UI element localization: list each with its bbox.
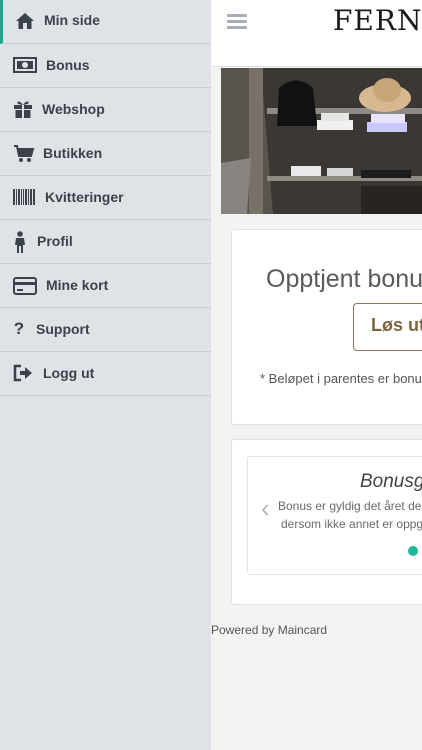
sidebar-item-profil[interactable]: Profil <box>0 220 211 264</box>
hero-image <box>221 68 422 214</box>
question-icon: ? <box>13 319 25 338</box>
top-bar: FERNER <box>211 0 422 67</box>
earned-bonus-label: Opptjent bonus <box>266 265 422 293</box>
carousel-dot-active[interactable] <box>408 546 418 556</box>
sidebar-item-label: Bonus <box>46 57 90 73</box>
footer-text: Powered by Maincard <box>211 623 328 637</box>
sign-out-icon <box>13 364 33 382</box>
info-text-line1: Bonus er gyldig det året den <box>278 499 422 513</box>
sidebar-item-label: Butikken <box>43 145 103 161</box>
sidebar-item-label: Logg ut <box>43 365 95 381</box>
home-icon <box>14 11 36 31</box>
credit-card-icon <box>13 277 37 295</box>
sidebar-item-label: Support <box>36 321 90 337</box>
chevron-left-icon[interactable]: ‹ <box>261 495 270 521</box>
sidebar-item-mine-kort[interactable]: Mine kort <box>0 264 211 308</box>
shopping-cart-icon <box>13 145 35 163</box>
sidebar-item-bonus[interactable]: Bonus <box>0 44 211 88</box>
sidebar-item-butikken[interactable]: Butikken <box>0 132 211 176</box>
sidebar-item-min-side[interactable]: Min side <box>0 0 211 44</box>
info-carousel-card: ‹ Bonusgrense Bonus er gyldig det året d… <box>231 439 422 605</box>
sidebar-item-logg-ut[interactable]: Logg ut <box>0 352 211 396</box>
sidebar-item-label: Profil <box>37 233 73 249</box>
info-title: Bonusgrense <box>360 471 422 492</box>
earned-bonus-card: Opptjent bonus Løs ut * Beløpet i parent… <box>231 229 422 425</box>
barcode-icon <box>13 189 35 205</box>
sidebar-item-label: Kvitteringer <box>45 189 124 205</box>
sidebar-item-kvitteringer[interactable]: Kvitteringer <box>0 176 211 220</box>
hamburger-menu-icon[interactable] <box>227 14 247 30</box>
sidebar-item-label: Mine kort <box>46 277 109 293</box>
brand-logo: FERNER <box>333 4 422 37</box>
redeem-button[interactable]: Løs ut <box>353 303 422 351</box>
sidebar-item-webshop[interactable]: Webshop <box>0 88 211 132</box>
person-icon <box>13 231 27 253</box>
info-carousel-slide: ‹ Bonusgrense Bonus er gyldig det året d… <box>247 456 422 575</box>
amount-note: * Beløpet i parentes er bonus <box>260 371 422 386</box>
sidebar-item-support[interactable]: ? Support <box>0 308 211 352</box>
main-content: FERNER Opptjent bonus Løs ut * Be <box>211 0 422 750</box>
gift-icon <box>13 100 33 118</box>
banknote-icon <box>13 57 37 73</box>
sidebar-item-label: Min side <box>44 12 101 28</box>
info-text-line2: dersom ikke annet er oppgitt <box>281 517 422 531</box>
sidebar-menu: Min side Bonus Webshop Butikken Kvitteri… <box>0 0 212 750</box>
redeem-button-label: Løs ut <box>371 315 422 335</box>
sidebar-item-label: Webshop <box>42 101 105 117</box>
